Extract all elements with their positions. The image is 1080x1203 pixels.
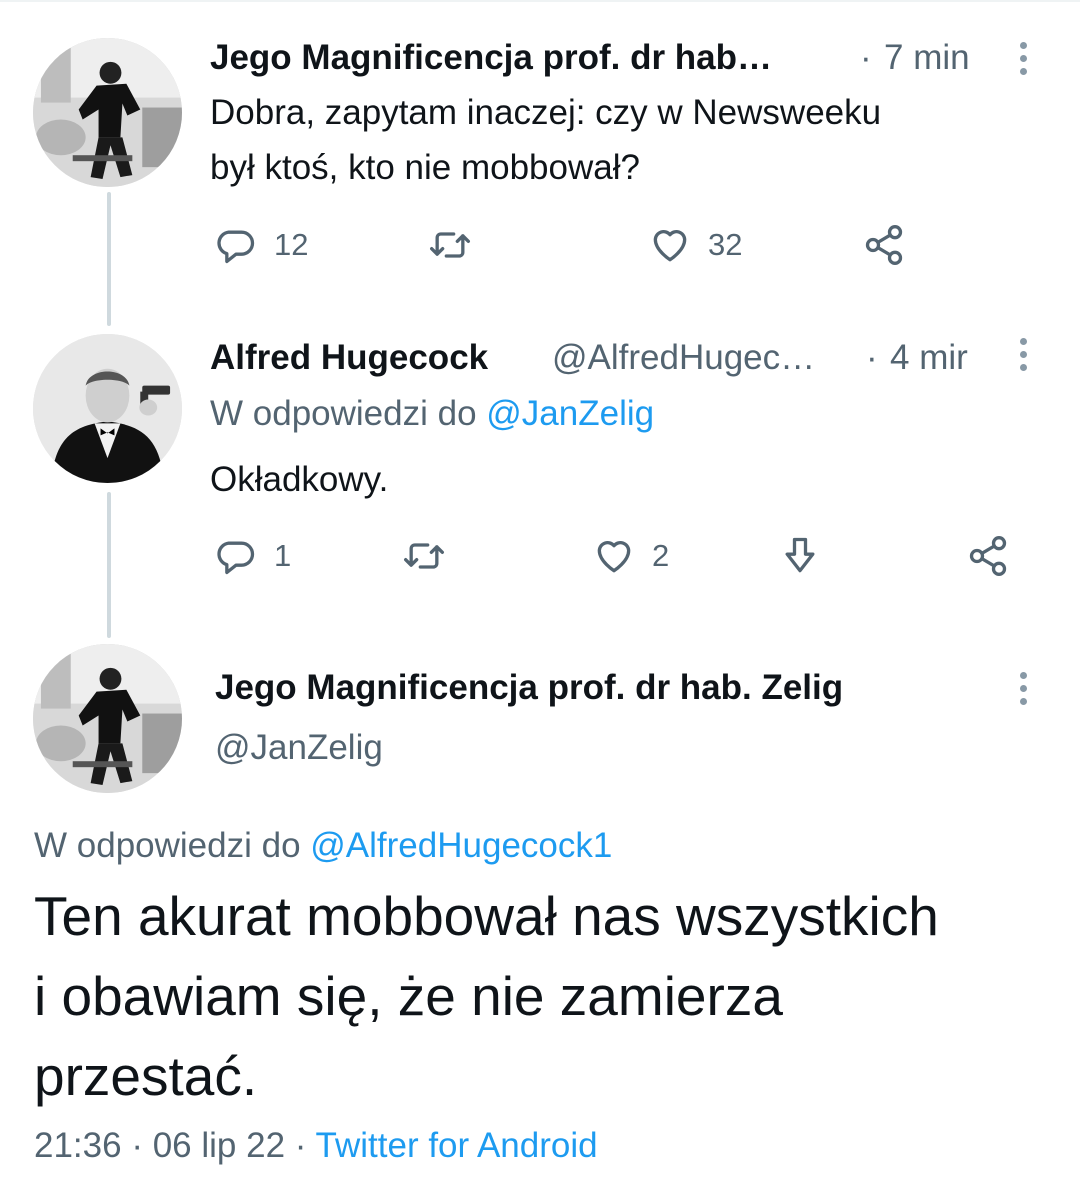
avatar-zelig[interactable] [33,38,182,187]
display-name[interactable]: Jego Magnificencja prof. dr hab… [210,38,772,78]
retweet-icon [404,543,444,569]
avatar-zelig[interactable] [33,644,182,793]
like-icon [653,230,687,262]
reply-context: W odpowiedzi do @JanZelig [210,394,654,434]
reply-count: 1 [274,538,292,573]
post-time: 21:36 [34,1126,122,1165]
thread-line [107,492,111,638]
tweet-text-line: Ten akurat mobbował nas wszystkich [34,885,939,947]
user-handle[interactable]: @AlfredHugec… [552,338,815,378]
meta-separator: · [860,38,872,77]
source-link[interactable]: Twitter for Android [316,1126,598,1165]
tweet-timestamp: 21:36 · 06 lip 22 · Twitter for Android [34,1126,598,1166]
reply-count: 12 [274,227,309,262]
retweet-button[interactable] [428,223,488,267]
share-button[interactable] [966,534,1010,578]
more-options-icon[interactable] [1020,338,1028,377]
tweet-text-line: i obawiam się, że nie zamierza [34,965,783,1027]
reply-icon [217,230,255,264]
tweet-time[interactable]: 7 min [884,38,970,78]
reply-icon [217,541,255,575]
display-name[interactable]: Jego Magnificencja prof. dr hab. Zelig [215,668,843,708]
reply-prefix: W odpowiedzi do [34,826,301,865]
display-name[interactable]: Alfred Hugecock [210,338,488,378]
share-icon [865,225,903,265]
like-button[interactable]: 2 [592,534,669,578]
share-button[interactable] [862,223,906,267]
tweet-text-line: był ktoś, kto nie mobbował? [210,148,640,187]
like-icon [597,541,631,573]
reply-to-handle[interactable]: @JanZelig [486,394,654,433]
tweet-time[interactable]: 4 mir [890,338,968,378]
retweet-icon [430,232,470,258]
reply-prefix: W odpowiedzi do [210,394,477,433]
top-divider [0,0,1080,2]
more-options-icon[interactable] [1020,672,1028,711]
thread-line [107,192,111,326]
reply-context: W odpowiedzi do @AlfredHugecock1 [34,826,612,866]
tweet-text: Okładkowy. [210,460,389,499]
meta-separator: · [866,338,878,377]
tweet-text-line: przestać. [34,1045,258,1107]
like-button[interactable]: 32 [648,223,742,267]
downvote-button[interactable] [778,534,822,578]
reply-to-handle[interactable]: @AlfredHugecock1 [310,826,612,865]
avatar-image [33,644,182,793]
tweet-text-line: Dobra, zapytam inaczej: czy w Newsweeku [210,93,882,132]
share-icon [969,536,1007,576]
avatar-image [33,334,182,483]
retweet-button[interactable] [402,534,462,578]
post-date: 06 lip 22 [152,1126,286,1165]
meta-separator: · [131,1126,143,1165]
reply-button[interactable]: 12 [214,223,308,267]
downvote-icon [785,537,815,573]
more-options-icon[interactable] [1020,42,1028,81]
like-count: 32 [708,227,743,262]
like-count: 2 [652,538,670,573]
reply-button[interactable]: 1 [214,534,291,578]
avatar-image [33,38,182,187]
avatar-hugecock[interactable] [33,334,182,483]
meta-separator: · [294,1126,307,1165]
user-handle[interactable]: @JanZelig [215,728,383,768]
